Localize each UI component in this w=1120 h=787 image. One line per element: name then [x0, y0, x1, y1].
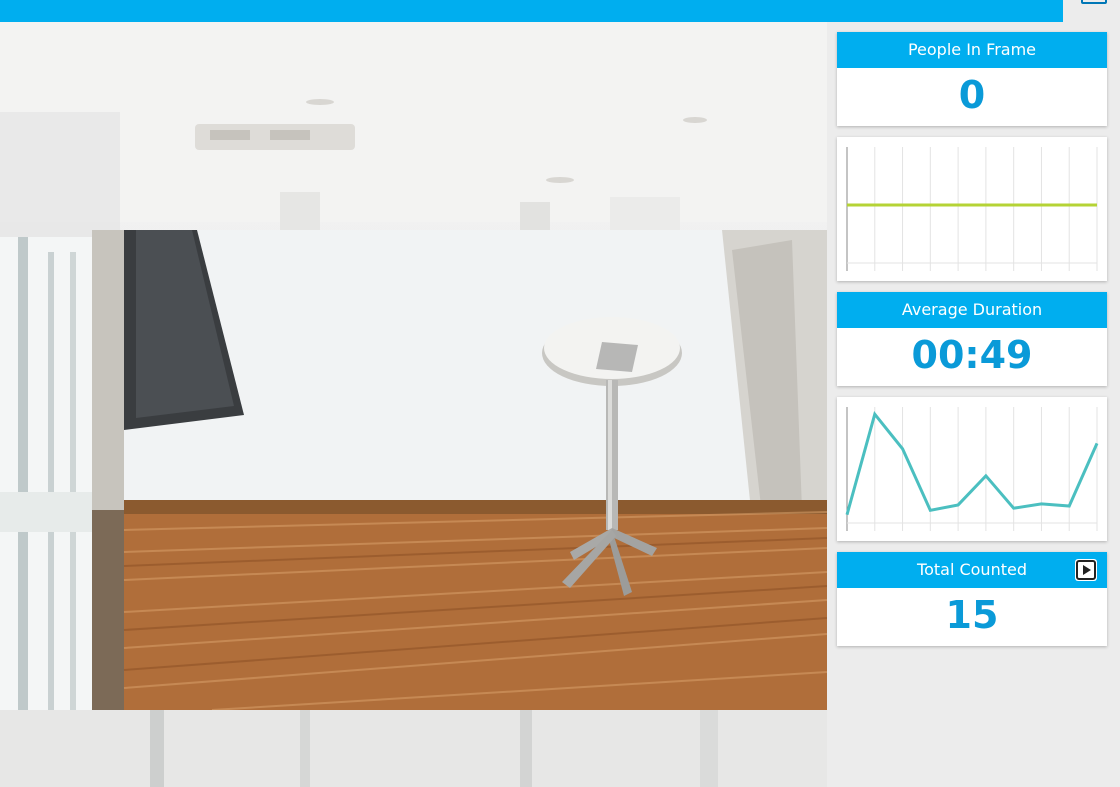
camera-frame-image	[92, 230, 827, 710]
chart-series-line	[845, 411, 1099, 516]
play-glyph	[1076, 560, 1096, 580]
top-bar	[0, 0, 1063, 22]
window-icon[interactable]	[1081, 0, 1107, 4]
people-in-frame-chart	[846, 147, 1098, 271]
video-frame	[92, 230, 827, 710]
metrics-sidebar: People In Frame 0 Average Duration 00:49…	[827, 22, 1120, 787]
total-counted-label: Total Counted	[917, 560, 1027, 579]
people-in-frame-value: 0	[958, 73, 986, 117]
people-in-frame-label: People In Frame	[837, 32, 1107, 68]
duration-chart-card	[837, 397, 1107, 541]
total-counted-header: Total Counted	[837, 552, 1107, 588]
average-duration-chart	[845, 407, 1099, 531]
total-counted-value: 15	[945, 593, 999, 637]
average-duration-card: Average Duration 00:49	[837, 292, 1107, 386]
people-in-frame-card: People In Frame 0	[837, 32, 1107, 126]
total-counted-card: Total Counted 15	[837, 552, 1107, 646]
play-icon[interactable]	[1075, 559, 1097, 581]
average-duration-value: 00:49	[911, 333, 1033, 377]
average-duration-label: Average Duration	[837, 292, 1107, 328]
people-chart-card	[837, 137, 1107, 281]
